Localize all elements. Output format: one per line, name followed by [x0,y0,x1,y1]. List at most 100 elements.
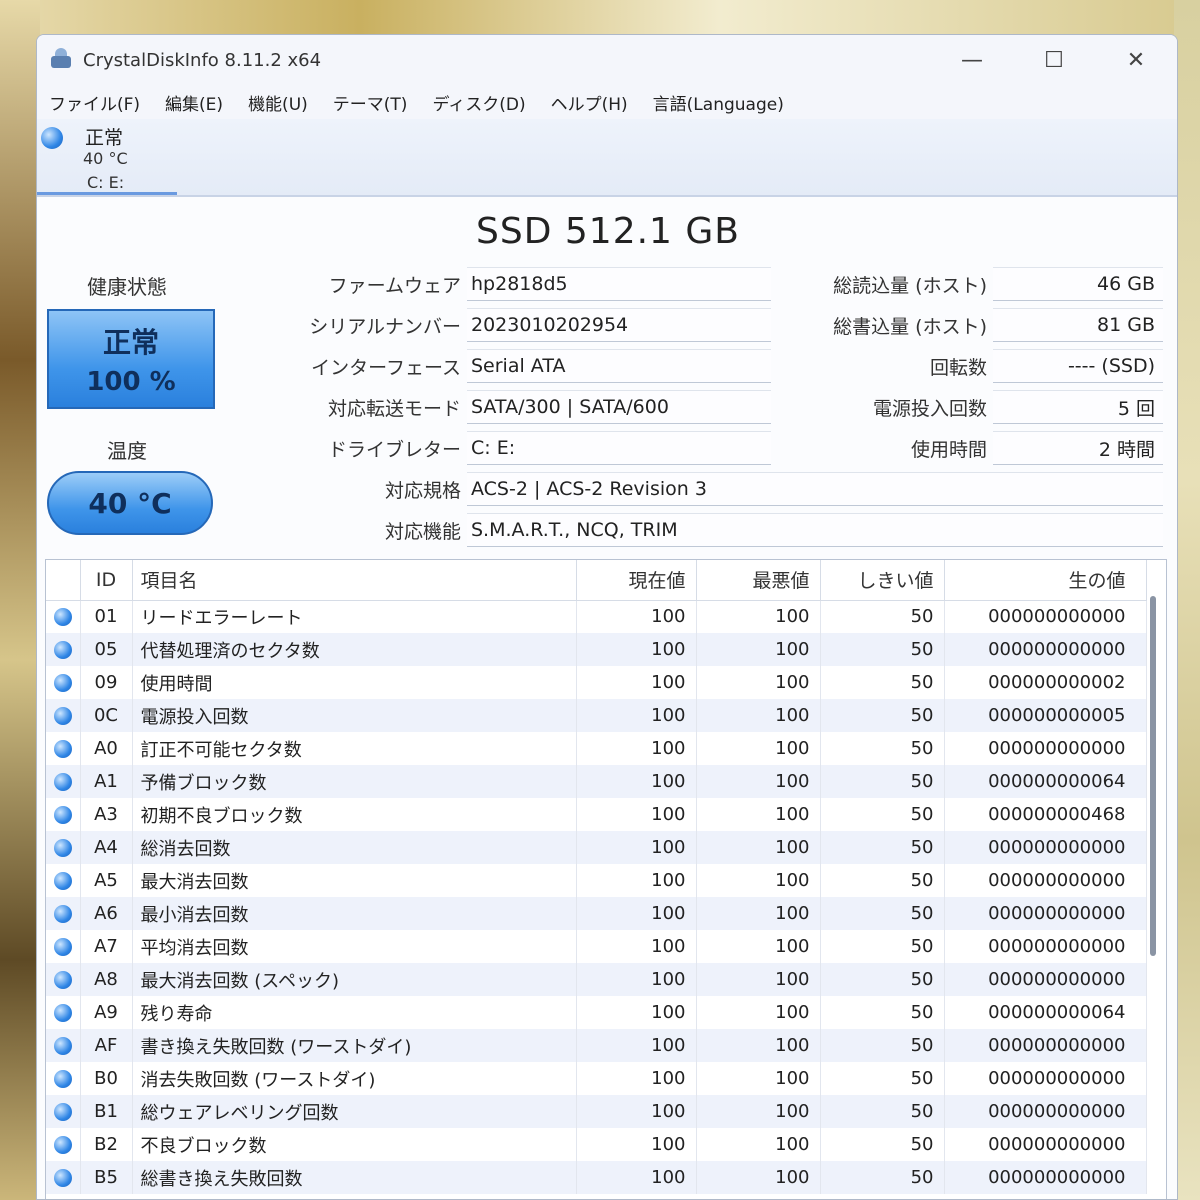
health-status-button[interactable]: 正常 100 % [47,309,215,409]
smart-threshold: 50 [820,1029,945,1062]
status-dot-icon [53,740,72,758]
header-threshold[interactable]: しきい値 [820,560,945,601]
menu-file[interactable]: ファイル(F) [49,90,140,115]
menu-function[interactable]: 機能(U) [248,90,308,115]
status-dot-icon [53,905,72,923]
header-worst[interactable]: 最悪値 [696,560,821,601]
maximize-button[interactable]: ☐ [1013,35,1095,85]
firmware-label: ファームウェア [328,275,461,297]
smart-raw: 000000000000 [944,1029,1147,1062]
desktop-background [0,0,1200,36]
header-id[interactable]: ID [80,560,133,601]
table-row[interactable]: AF 書き換え失敗回数 (ワーストダイ) 100 100 50 000000000000 [46,1029,1147,1062]
smart-table-header: ID 項目名 現在値 最悪値 しきい値 生の値 [46,560,1147,601]
smart-threshold: 50 [820,930,945,963]
table-row[interactable]: A7 平均消去回数 100 100 50 000000000000 [46,930,1147,963]
header-current[interactable]: 現在値 [576,560,697,601]
menu-bar: ファイル(F) 編集(E) 機能(U) テーマ(T) ディスク(D) ヘルプ(H… [37,85,1177,119]
smart-id: B5 [80,1161,133,1194]
smart-threshold: 50 [820,1128,945,1161]
close-button[interactable]: ✕ [1095,35,1177,85]
smart-worst: 100 [696,930,821,963]
table-row[interactable]: A6 最小消去回数 100 100 50 000000000000 [46,897,1147,930]
smart-worst: 100 [696,1095,821,1128]
status-dot-icon [53,1136,72,1154]
table-row[interactable]: 05 代替処理済のセクタ数 100 100 50 000000000000 [46,633,1147,666]
menu-help[interactable]: ヘルプ(H) [551,90,628,115]
smart-name: 初期不良ブロック数 [132,798,577,831]
power-on-count-label: 電源投入回数 [872,398,987,420]
table-row[interactable]: 0C 電源投入回数 100 100 50 000000000005 [46,699,1147,732]
smart-status-cell [46,1161,81,1194]
smart-raw: 000000000468 [944,798,1147,831]
smart-status-cell [46,897,81,930]
transfer-mode-value: SATA/300 | SATA/600 [467,390,771,424]
table-row[interactable]: A4 総消去回数 100 100 50 000000000000 [46,831,1147,864]
smart-table: ID 項目名 現在値 最悪値 しきい値 生の値 01 リードエラーレート 100 10… [46,560,1147,1194]
menu-edit[interactable]: 編集(E) [165,90,223,115]
firmware-value: hp2818d5 [467,267,771,301]
smart-status-cell [46,996,81,1029]
table-row[interactable]: A9 残り寿命 100 100 50 000000000064 [46,996,1147,1029]
table-row[interactable]: 01 リードエラーレート 100 100 50 000000000000 [46,600,1147,633]
smart-status-cell [46,831,81,864]
smart-id: A7 [80,930,133,963]
smart-current: 100 [576,963,697,996]
header-status[interactable] [46,560,81,601]
smart-current: 100 [576,1161,697,1194]
smart-threshold: 50 [820,963,945,996]
smart-current: 100 [576,1095,697,1128]
table-row[interactable]: 09 使用時間 100 100 50 000000000002 [46,666,1147,699]
desktop-background-left [0,0,40,1200]
smart-raw: 000000000000 [944,897,1147,930]
header-name[interactable]: 項目名 [132,560,577,601]
table-row[interactable]: B2 不良ブロック数 100 100 50 000000000000 [46,1128,1147,1161]
rotation-rate-value: ---- (SSD) [993,349,1163,383]
smart-id: A8 [80,963,133,996]
drive-tab-temp: 40 °C [83,149,128,168]
smart-current: 100 [576,798,697,831]
smart-name: 電源投入回数 [132,699,577,732]
minimize-button[interactable]: — [931,35,1013,85]
host-reads-value: 46 GB [993,267,1163,301]
smart-current: 100 [576,996,697,1029]
table-row[interactable]: B5 総書き換え失敗回数 100 100 50 000000000000 [46,1161,1147,1194]
scrollbar[interactable] [1150,596,1156,956]
table-row[interactable]: B1 総ウェアレベリング回数 100 100 50 000000000000 [46,1095,1147,1128]
status-dot-icon [53,1169,72,1187]
smart-raw: 000000000000 [944,633,1147,666]
title-bar[interactable]: CrystalDiskInfo 8.11.2 x64 — ☐ ✕ [37,35,1177,85]
smart-id: 05 [80,633,133,666]
smart-worst: 100 [696,1128,821,1161]
table-row[interactable]: A8 最大消去回数 (スペック) 100 100 50 000000000000 [46,963,1147,996]
power-on-hours-label: 使用時間 [910,439,987,461]
status-dot-icon [53,608,72,627]
table-row[interactable]: A5 最大消去回数 100 100 50 000000000000 [46,864,1147,897]
smart-name: リードエラーレート [132,600,577,633]
smart-raw: 000000000002 [944,666,1147,699]
header-raw[interactable]: 生の値 [944,560,1147,601]
menu-language[interactable]: 言語(Language) [653,90,784,115]
table-row[interactable]: A0 訂正不可能セクタ数 100 100 50 000000000000 [46,732,1147,765]
table-row[interactable]: A1 予備ブロック数 100 100 50 000000000064 [46,765,1147,798]
drive-tab[interactable]: 正常 40 °C C: E: [37,119,177,195]
interface-label: インターフェース [311,357,461,379]
smart-id: 0C [80,699,133,732]
smart-status-cell [46,699,81,732]
temperature-button[interactable]: 40 °C [47,471,213,535]
status-dot-icon [53,641,72,659]
drive-tab-letters: C: E: [87,173,125,192]
serial-label: シリアルナンバー [309,316,461,338]
smart-current: 100 [576,1062,697,1095]
smart-id: A4 [80,831,133,864]
smart-name: 総書き換え失敗回数 [132,1161,577,1194]
status-dot-icon [53,839,72,857]
table-row[interactable]: A3 初期不良ブロック数 100 100 50 000000000468 [46,798,1147,831]
menu-theme[interactable]: テーマ(T) [333,90,408,115]
smart-id: A5 [80,864,133,897]
temperature-label: 温度 [107,439,147,463]
smart-table-panel: ID 項目名 現在値 最悪値 しきい値 生の値 01 リードエラーレート 100 10… [45,559,1167,1199]
menu-disk[interactable]: ディスク(D) [432,90,525,115]
table-row[interactable]: B0 消去失敗回数 (ワーストダイ) 100 100 50 000000000000 [46,1062,1147,1095]
host-writes-label: 総書込量 (ホスト) [833,316,987,338]
